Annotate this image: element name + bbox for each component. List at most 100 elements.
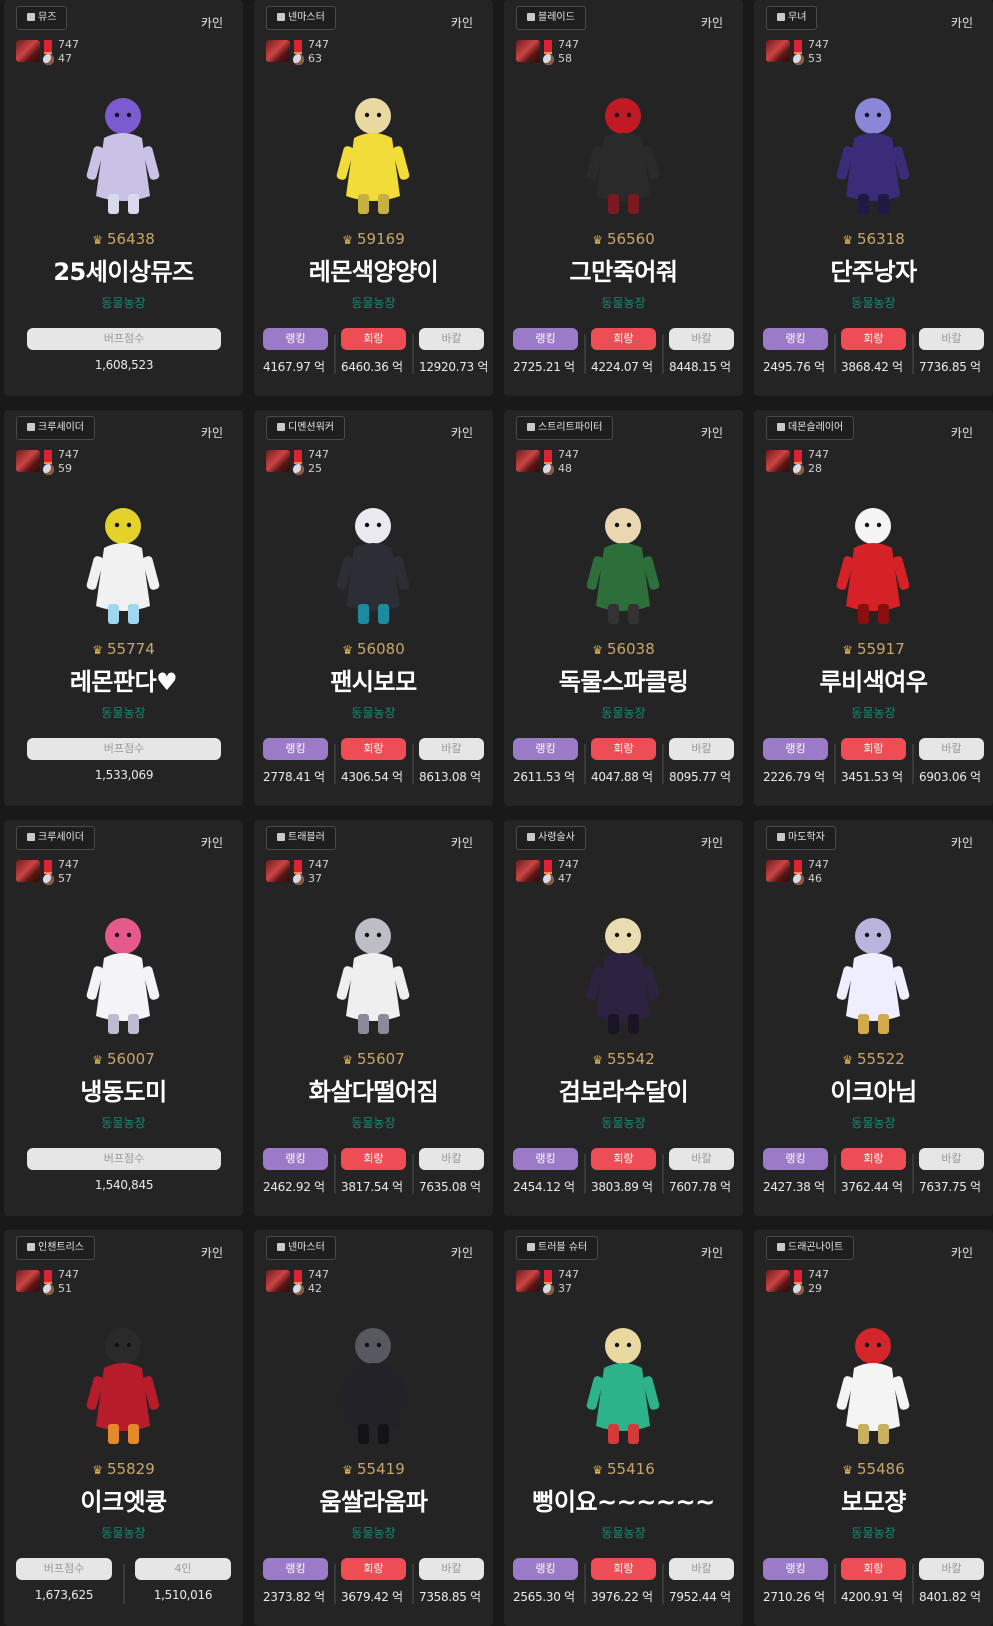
corridor-damage: 3803.89 억	[591, 1180, 653, 1194]
guild-name[interactable]: 동물농장	[4, 1114, 243, 1131]
character-name[interactable]: 레몬판다♥	[4, 662, 243, 697]
server-name: 카인	[200, 836, 223, 850]
rank-badge-icon	[44, 40, 52, 54]
character-card[interactable]: 트래블러 카인 747 37 ♛ 55607 화살다떨어짐 동물농장 랭킹 회랑 바칼 2462.92…	[254, 820, 493, 1216]
fame-value: 55419	[357, 1460, 405, 1478]
character-name[interactable]: 단주낭자	[754, 252, 993, 287]
character-card[interactable]: 사령술사 카인 747 47 ♛ 55542 검보라수달이 동물농장 랭킹 회랑 바칼 2454.12…	[504, 820, 743, 1216]
divider	[834, 1564, 836, 1604]
character-level: 747	[558, 858, 579, 871]
guild-name[interactable]: 동물농장	[504, 1114, 743, 1131]
guild-name[interactable]: 동물농장	[754, 1114, 993, 1131]
character-name[interactable]: 움쌀라움파	[254, 1482, 493, 1517]
character-sprite-icon	[86, 1328, 160, 1444]
job-icon	[527, 423, 535, 431]
character-card[interactable]: 넨마스터 카인 747 42 ♛ 55419 움쌀라움파 동물농장 랭킹 회랑 바칼 2373.82 …	[254, 1230, 493, 1626]
buff-score-label: 버프점수	[16, 1558, 112, 1580]
server-name: 카인	[950, 426, 973, 440]
guild-name[interactable]: 동물농장	[754, 294, 993, 311]
divider	[834, 334, 836, 374]
guild-name[interactable]: 동물농장	[254, 704, 493, 721]
character-card[interactable]: 크루세이더 카인 747 57 ♛ 56007 냉동도미 동물농장 버프점수 1,540,845	[4, 820, 243, 1216]
ranking-damage: 2710.26 억	[763, 1590, 825, 1604]
job-icon	[27, 13, 35, 21]
character-card[interactable]: 데몬슬레이어 카인 747 28 ♛ 55917 루비색여우 동물농장 랭킹 회랑 바칼 2226.7…	[754, 410, 993, 806]
guild-emblem-icon	[793, 464, 804, 475]
guild-name[interactable]: 동물농장	[504, 704, 743, 721]
character-card[interactable]: 넨마스터 카인 747 63 ♛ 59169 레몬색양양이 동물농장 랭킹 회랑 바칼 4167.97…	[254, 0, 493, 396]
guild-name[interactable]: 동물농장	[754, 1524, 993, 1541]
character-name[interactable]: 그만죽어줘	[504, 252, 743, 287]
server-name: 카인	[950, 836, 973, 850]
character-name[interactable]: 레몬색양양이	[254, 252, 493, 287]
fame-value: 55522	[857, 1050, 905, 1068]
fame-value: 55542	[607, 1050, 655, 1068]
character-sprite-icon	[836, 98, 910, 214]
character-card[interactable]: 마도학자 카인 747 46 ♛ 55522 이크아님 동물농장 랭킹 회랑 바칼 2427.38 억…	[754, 820, 993, 1216]
ranking-damage: 2565.30 억	[513, 1590, 575, 1604]
fame-value: 56438	[107, 230, 155, 248]
character-sub-level: 29	[808, 1282, 822, 1295]
corridor-damage: 4200.91 억	[841, 1590, 903, 1604]
character-card[interactable]: 스트리트파이터 카인 747 48 ♛ 56038 독물스파클링 동물농장 랭킹 회랑 바칼 2611…	[504, 410, 743, 806]
character-name[interactable]: 25세이상뮤즈	[4, 252, 243, 287]
job-tag: 블레이드	[516, 6, 586, 30]
character-emblem-icon	[766, 860, 790, 882]
bakal-damage: 7637.75 억	[919, 1180, 981, 1194]
guild-name[interactable]: 동물농장	[4, 1524, 243, 1541]
guild-name[interactable]: 동물농장	[754, 704, 993, 721]
character-name[interactable]: 이크아님	[754, 1072, 993, 1107]
character-name[interactable]: 뻥이요~~~~~~	[504, 1482, 743, 1517]
job-name: 넨마스터	[288, 12, 325, 23]
character-sub-level: 42	[308, 1282, 322, 1295]
character-name[interactable]: 이크엣큥	[4, 1482, 243, 1517]
character-sub-level: 47	[58, 52, 72, 65]
character-emblem-icon	[16, 860, 40, 882]
guild-name[interactable]: 동물농장	[4, 704, 243, 721]
fame-crown-icon: ♛	[342, 643, 354, 657]
ranking-label: 랭킹	[513, 1148, 578, 1170]
character-card[interactable]: 디멘션워커 카인 747 25 ♛ 56080 팬시보모 동물농장 랭킹 회랑 바칼 2778.41 …	[254, 410, 493, 806]
job-name: 디멘션워커	[288, 422, 334, 433]
fame-crown-icon: ♛	[842, 233, 854, 247]
character-name[interactable]: 팬시보모	[254, 662, 493, 697]
character-emblem-icon	[766, 450, 790, 472]
job-tag: 뮤즈	[16, 6, 68, 30]
corridor-damage: 3762.44 억	[841, 1180, 903, 1194]
guild-emblem-icon	[543, 464, 554, 475]
guild-name[interactable]: 동물농장	[254, 294, 493, 311]
character-name[interactable]: 검보라수달이	[504, 1072, 743, 1107]
fame-crown-icon: ♛	[842, 643, 854, 657]
character-card[interactable]: 블레이드 카인 747 58 ♛ 56560 그만죽어줘 동물농장 랭킹 회랑 바칼 2725.21 …	[504, 0, 743, 396]
job-name: 무녀	[788, 12, 807, 23]
divider	[334, 1564, 336, 1604]
guild-name[interactable]: 동물농장	[254, 1524, 493, 1541]
server-name: 카인	[700, 16, 723, 30]
guild-name[interactable]: 동물농장	[254, 1114, 493, 1131]
character-card[interactable]: 뮤즈 카인 747 47 ♛ 56438 25세이상뮤즈 동물농장 버프점수 1,608,523	[4, 0, 243, 396]
character-card[interactable]: 인챈트리스 카인 747 51 ♛ 55829 이크엣큥 동물농장 버프점수 4인 1,673,62…	[4, 1230, 243, 1626]
fame-value: 56560	[607, 230, 655, 248]
character-card[interactable]: 드래곤나이트 카인 747 29 ♛ 55486 보모쟝 동물농장 랭킹 회랑 바칼 2710.26 …	[754, 1230, 993, 1626]
guild-name[interactable]: 동물농장	[504, 294, 743, 311]
corridor-label: 회랑	[591, 328, 656, 350]
character-name[interactable]: 화살다떨어짐	[254, 1072, 493, 1107]
character-name[interactable]: 냉동도미	[4, 1072, 243, 1107]
guild-emblem-icon	[293, 1284, 304, 1295]
ranking-label: 랭킹	[763, 1558, 828, 1580]
character-card[interactable]: 트러블 슈터 카인 747 37 ♛ 55416 뻥이요~~~~~~ 동물농장 랭킹 회랑 바칼 25…	[504, 1230, 743, 1626]
character-card[interactable]: 크루세이더 카인 747 59 ♛ 55774 레몬판다♥ 동물농장 버프점수 1,533,069	[4, 410, 243, 806]
character-card[interactable]: 무녀 카인 747 53 ♛ 56318 단주낭자 동물농장 랭킹 회랑 바칼 2495.76 억 38…	[754, 0, 993, 396]
guild-emblem-icon	[43, 1284, 54, 1295]
guild-emblem-icon	[43, 874, 54, 885]
guild-name[interactable]: 동물농장	[504, 1524, 743, 1541]
fame-crown-icon: ♛	[842, 1053, 854, 1067]
character-name[interactable]: 독물스파클링	[504, 662, 743, 697]
guild-name[interactable]: 동물농장	[4, 294, 243, 311]
character-name[interactable]: 보모쟝	[754, 1482, 993, 1517]
fame-crown-icon: ♛	[92, 233, 104, 247]
character-name[interactable]: 루비색여우	[754, 662, 993, 697]
buff-score-value: 1,540,845	[94, 1178, 154, 1192]
bakal-label: 바칼	[419, 1148, 484, 1170]
character-card-grid: 뮤즈 카인 747 47 ♛ 56438 25세이상뮤즈 동물농장 버프점수 1,608,523 넨…	[0, 0, 993, 1626]
